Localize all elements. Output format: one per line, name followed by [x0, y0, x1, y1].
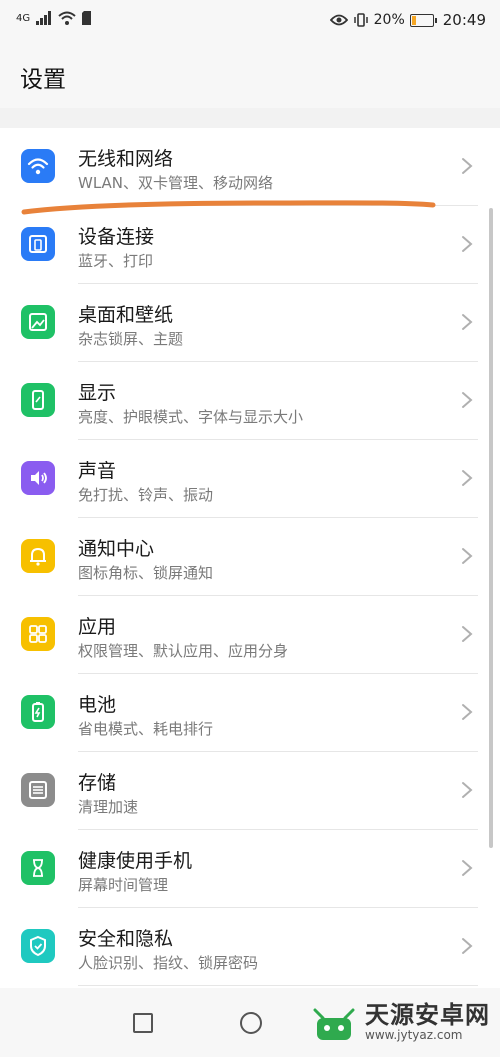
- home-button[interactable]: [240, 1012, 262, 1034]
- settings-item-subtitle: 杂志锁屏、主题: [78, 330, 184, 348]
- settings-item[interactable]: 显示亮度、护眼模式、字体与显示大小: [0, 362, 500, 440]
- watermark-title: 天源安卓网: [365, 1001, 490, 1029]
- settings-item[interactable]: 存储 清理加速: [0, 752, 500, 830]
- settings-item[interactable]: 健康使用手机屏幕时间管理: [0, 830, 500, 908]
- chevron-right-icon: [462, 626, 473, 642]
- chevron-right-icon: [462, 470, 473, 486]
- settings-item[interactable]: 应用权限管理、默认应用、应用分身: [0, 596, 500, 674]
- recents-button[interactable]: [133, 1013, 153, 1033]
- notification-bell-icon: [21, 539, 55, 573]
- settings-item[interactable]: 通知中心图标角标、锁屏通知: [0, 518, 500, 596]
- settings-item-label: 显示: [78, 382, 117, 404]
- wallpaper-icon: [21, 305, 55, 339]
- scrollbar[interactable]: [489, 208, 493, 848]
- settings-item-subtitle: 蓝牙、打印: [78, 252, 154, 270]
- watermark: 天源安卓网 www.jytyaz.com: [309, 1000, 490, 1044]
- watermark-logo-icon: [313, 1008, 355, 1040]
- settings-item-label: 通知中心: [78, 538, 155, 560]
- settings-item[interactable]: 桌面和壁纸杂志锁屏、主题: [0, 284, 500, 362]
- chevron-right-icon: [462, 548, 473, 564]
- settings-item-subtitle: 人脸识别、指纹、锁屏密码: [78, 954, 259, 972]
- wifi-status-icon: [58, 11, 76, 25]
- settings-item-label: 存储: [78, 772, 117, 794]
- display-icon: [21, 383, 55, 417]
- settings-item-subtitle: 免打扰、铃声、振动: [78, 486, 214, 504]
- settings-item-subtitle: 省电模式、耗电排行: [78, 720, 214, 738]
- settings-item-subtitle: WLAN、双卡管理、移动网络: [78, 174, 274, 192]
- app-header: 设置: [0, 42, 500, 108]
- watermark-url: www.jytyaz.com: [365, 1028, 463, 1042]
- chevron-right-icon: [462, 704, 473, 720]
- wifi-icon: [21, 149, 55, 183]
- chevron-right-icon: [462, 314, 473, 330]
- chevron-right-icon: [462, 782, 473, 798]
- settings-item-subtitle: 亮度、护眼模式、字体与显示大小: [78, 408, 304, 426]
- settings-item[interactable]: 安全和隐私人脸识别、指纹、锁屏密码: [0, 908, 500, 986]
- status-right: 20% 20:49: [329, 11, 486, 29]
- hourglass-icon: [21, 851, 55, 885]
- settings-item-label: 电池: [78, 694, 117, 716]
- navigation-bar: 天源安卓网 www.jytyaz.com: [0, 988, 500, 1057]
- vibrate-icon: [353, 13, 368, 27]
- clock: 20:49: [442, 11, 486, 29]
- settings-item[interactable]: 设备连接 蓝牙、打印: [0, 206, 500, 284]
- settings-item[interactable]: 声音免打扰、铃声、振动: [0, 440, 500, 518]
- chevron-right-icon: [462, 860, 473, 876]
- status-bar: 4G 20% 20:49: [0, 0, 500, 42]
- shield-icon: [21, 929, 55, 963]
- settings-list: 无线和网络 WLAN、双卡管理、移动网络设备连接蓝牙、打印桌面和壁纸杂志锁屏、主题…: [0, 128, 500, 988]
- settings-item-subtitle: 权限管理、默认应用、应用分身: [78, 642, 289, 660]
- sound-icon: [21, 461, 55, 495]
- status-left: 4G: [16, 11, 92, 25]
- settings-item-label: 桌面和壁纸: [78, 304, 174, 326]
- settings-item-subtitle: 图标角标、锁屏通知: [78, 564, 214, 582]
- sim-icon: [82, 11, 92, 25]
- settings-item-label: 无线和网络: [78, 148, 174, 170]
- signal-icon: [36, 11, 52, 25]
- settings-item-label: 声音: [78, 460, 117, 482]
- settings-item[interactable]: 无线和网络 WLAN、双卡管理、移动网络: [0, 128, 500, 206]
- divider: [78, 985, 478, 986]
- battery-percent: 20%: [373, 12, 405, 28]
- settings-item-label: 应用: [78, 616, 117, 638]
- chevron-right-icon: [462, 938, 473, 954]
- battery-icon: [21, 695, 55, 729]
- network-type: 4G: [16, 12, 31, 24]
- eye-comfort-icon: [329, 14, 348, 26]
- chevron-right-icon: [462, 158, 473, 174]
- device-connection-icon: [21, 227, 55, 261]
- settings-item-subtitle: 屏幕时间管理: [78, 876, 169, 894]
- page-title: 设置: [20, 67, 66, 93]
- chevron-right-icon: [462, 392, 473, 408]
- settings-item-label: 健康使用手机: [78, 850, 193, 872]
- battery-status-icon: [409, 13, 437, 27]
- settings-item-label: 设备连接: [78, 226, 155, 248]
- settings-item-label: 安全和隐私: [78, 928, 174, 950]
- storage-icon: [21, 773, 55, 807]
- settings-item-subtitle: 清理加速: [78, 798, 139, 816]
- chevron-right-icon: [462, 236, 473, 252]
- apps-grid-icon: [21, 617, 55, 651]
- settings-item[interactable]: 电池省电模式、耗电排行: [0, 674, 500, 752]
- battery-fill: [411, 15, 417, 25]
